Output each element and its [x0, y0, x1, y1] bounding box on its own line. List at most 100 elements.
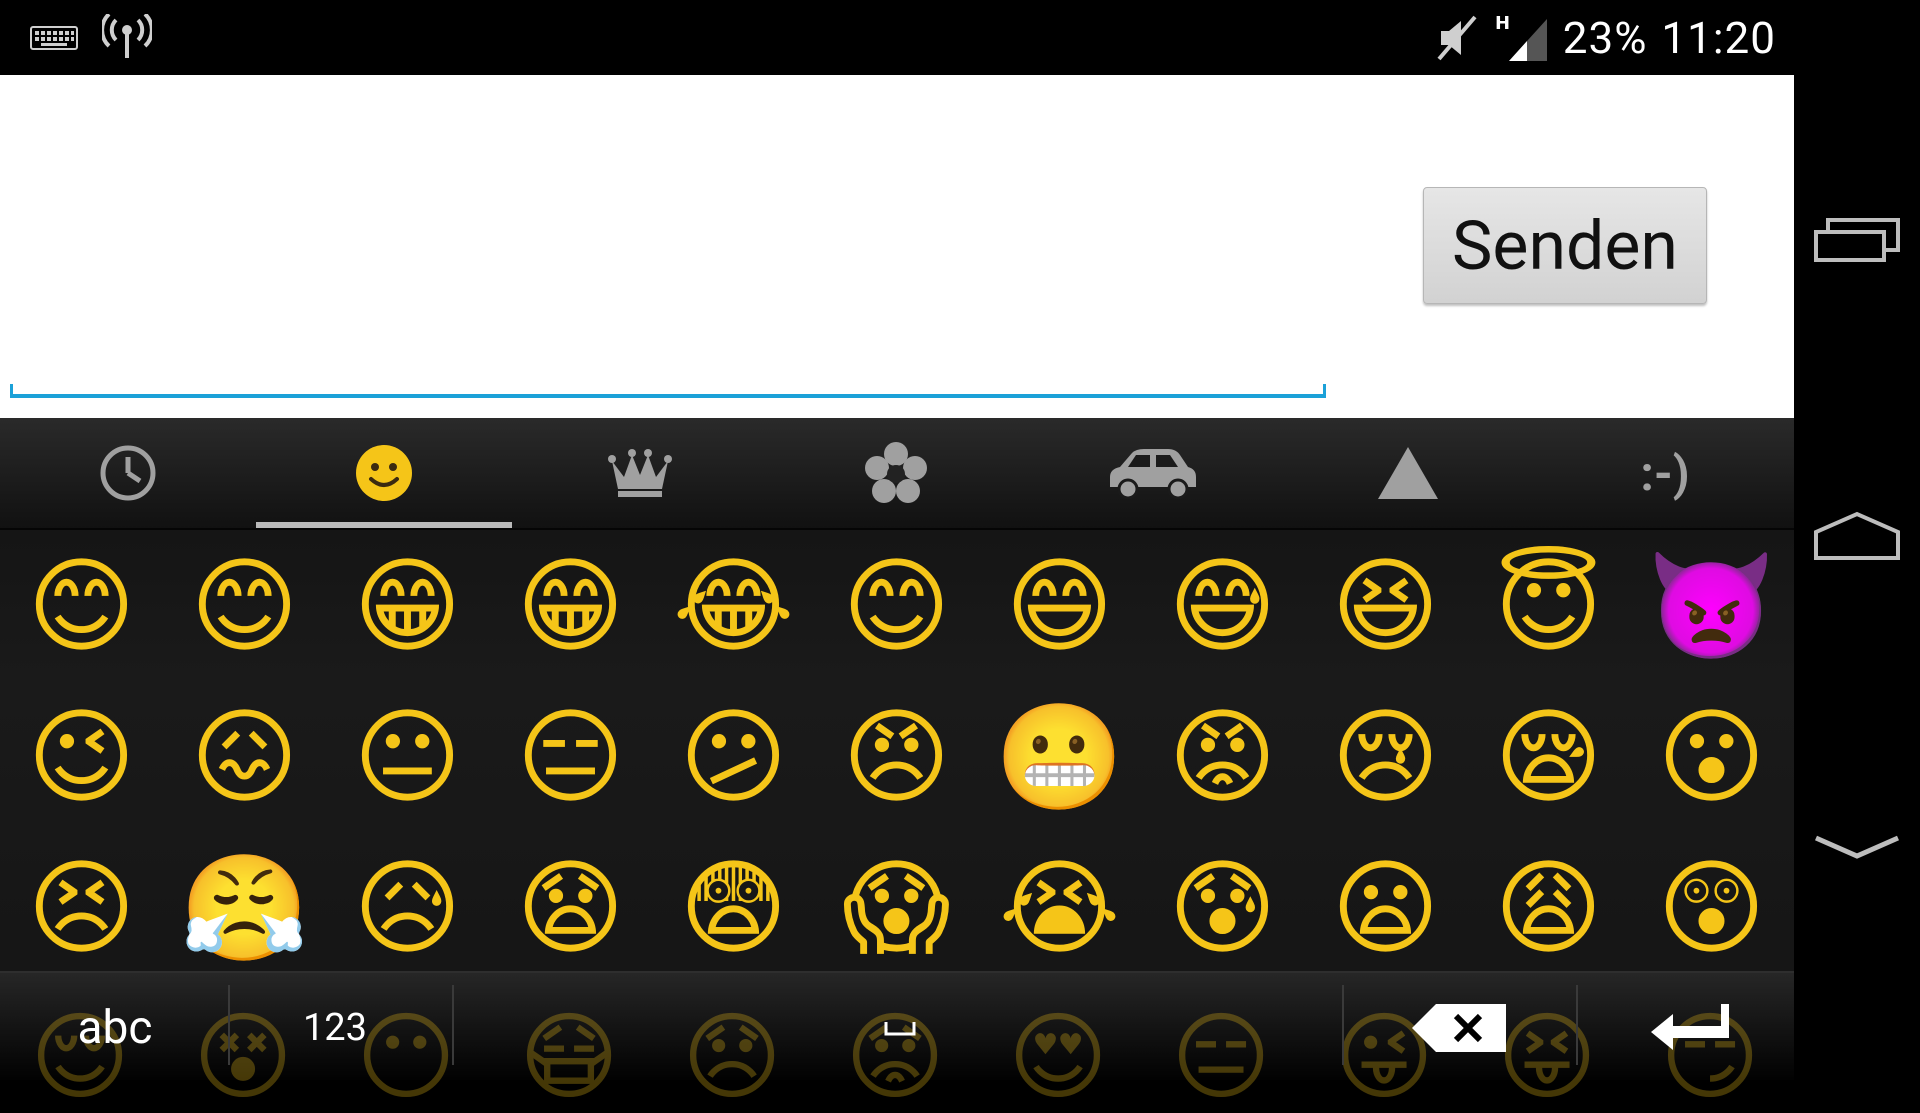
emoji-glyph: 😉	[27, 695, 136, 818]
emoji-key[interactable]: 😉	[0, 681, 163, 832]
key-divider	[452, 985, 454, 1065]
car-icon	[1110, 449, 1196, 499]
emoji-glyph: 😅	[1168, 544, 1277, 667]
signal-h-icon: H	[1495, 13, 1547, 61]
emoji-glyph: 😲	[1657, 846, 1766, 969]
emoji-key[interactable]: 😆	[1304, 530, 1467, 681]
emoji-key[interactable]: 😅	[1141, 530, 1304, 681]
emoji-key[interactable]: 😭	[978, 832, 1141, 983]
enter-arrow-icon	[1651, 1003, 1729, 1050]
emoji-key[interactable]: 😰	[1141, 832, 1304, 983]
emoji-glyph: 😨	[679, 846, 788, 969]
tab-places[interactable]	[1024, 418, 1280, 528]
keyboard-bottom-bar: 😌 😵 😶 😷 😞 😟 😍 😑 😜 😝 😏 abc 123	[0, 971, 1794, 1113]
emoji-key[interactable]: 😬	[978, 681, 1141, 832]
emoji-glyph: 😪	[1494, 695, 1603, 818]
emoji-key[interactable]: 😣	[0, 832, 163, 983]
emoji-glyph: 😁	[353, 544, 462, 667]
tab-nature[interactable]	[768, 418, 1024, 528]
emoji-key[interactable]: 😁	[326, 530, 489, 681]
space-bar-icon	[884, 1021, 916, 1035]
clock-time: 11:20	[1661, 11, 1776, 64]
abc-key-label: abc	[77, 1000, 153, 1055]
faded-emoji: 😷	[519, 1001, 620, 1113]
tab-objects[interactable]	[512, 418, 768, 528]
emoji-glyph: 😖	[190, 695, 299, 818]
emoji-key[interactable]: 😩	[1467, 832, 1630, 983]
emoji-glyph: 😤	[179, 846, 310, 969]
emoji-key[interactable]: 😦	[1304, 832, 1467, 983]
emoji-key[interactable]: 😨	[652, 832, 815, 983]
emoji-key[interactable]: 😊	[815, 530, 978, 681]
enter-key[interactable]	[1620, 973, 1760, 1082]
keyboard-icon	[30, 26, 78, 50]
space-key[interactable]	[700, 973, 1100, 1082]
emoji-key[interactable]: 😧	[489, 832, 652, 983]
key-divider	[1576, 985, 1578, 1065]
numbers-key[interactable]: 123	[270, 973, 400, 1082]
abc-key[interactable]: abc	[40, 973, 190, 1082]
emoji-key[interactable]: 😕	[652, 681, 815, 832]
tab-emoticons[interactable]: :-)	[1536, 418, 1794, 528]
recent-apps-icon[interactable]	[1812, 214, 1902, 264]
smiley-face-icon	[356, 445, 412, 501]
emoji-glyph: 😩	[1494, 846, 1603, 969]
emoji-category-bar: :-)	[0, 418, 1794, 530]
selected-tab-indicator	[256, 522, 512, 528]
emoji-keyboard: :-) 😊 😊 😁 😁 😂 😊 😄 😅 😆 😇 👿 😉 😖 😐 😑 😕 😠 😬 😡 😢 😪 😮 😣 😤 😥 😧 😨 😱 😭 😰 😦 😩 😲 😌 😵…	[0, 418, 1794, 1113]
tab-symbols[interactable]	[1280, 418, 1536, 528]
emoji-key[interactable]: 👿	[1630, 530, 1793, 681]
back-icon[interactable]	[1812, 832, 1902, 862]
flower-icon	[865, 442, 927, 503]
emoji-glyph: 😇	[1494, 544, 1603, 667]
app-content: Senden	[0, 75, 1794, 418]
emoji-glyph: 😭	[998, 846, 1121, 969]
emoji-key[interactable]: 😱	[815, 832, 978, 983]
emoji-key[interactable]: 😖	[163, 681, 326, 832]
emoji-glyph: 😬	[994, 695, 1125, 818]
tab-smileys[interactable]	[256, 418, 512, 528]
emoji-key[interactable]: 😑	[489, 681, 652, 832]
emoji-key[interactable]: 😁	[489, 530, 652, 681]
emoji-key[interactable]: 😮	[1630, 681, 1793, 832]
numbers-key-label: 123	[302, 1005, 368, 1050]
delete-key[interactable]	[1390, 973, 1530, 1082]
emoji-key[interactable]: 😇	[1467, 530, 1630, 681]
emoji-glyph: 😣	[27, 846, 136, 969]
emoji-key[interactable]: 😊	[0, 530, 163, 681]
triangle-symbol-icon	[1378, 447, 1438, 499]
emoji-glyph: 😥	[353, 846, 462, 969]
emoji-glyph: 😊	[842, 544, 951, 667]
emoji-key[interactable]: 😡	[1141, 681, 1304, 832]
emoji-glyph: 😧	[516, 846, 625, 969]
emoji-key[interactable]: 😄	[978, 530, 1141, 681]
navigation-bar	[1794, 0, 1920, 1080]
emoji-glyph: 😄	[1005, 544, 1114, 667]
emoji-key[interactable]: 😲	[1630, 832, 1793, 983]
key-divider	[1342, 985, 1344, 1065]
emoji-key[interactable]: 😪	[1467, 681, 1630, 832]
emoji-glyph: 😆	[1331, 544, 1440, 667]
status-bar: H 23% 11:20	[0, 0, 1794, 75]
battery-percentage: 23%	[1562, 11, 1648, 64]
emoji-glyph: 😢	[1331, 695, 1440, 818]
emoji-glyph: 😮	[1657, 695, 1766, 818]
emoji-key[interactable]: 😥	[326, 832, 489, 983]
emoji-glyph: 😠	[842, 695, 951, 818]
emoji-key[interactable]: 😢	[1304, 681, 1467, 832]
home-icon[interactable]	[1812, 510, 1902, 562]
status-right: H 23% 11:20	[1435, 0, 1776, 75]
emoji-key[interactable]: 😊	[163, 530, 326, 681]
emoji-key[interactable]: 😠	[815, 681, 978, 832]
message-input[interactable]	[10, 105, 1330, 409]
tab-recent[interactable]	[0, 418, 256, 528]
emoji-glyph: 😦	[1331, 846, 1440, 969]
key-divider	[228, 985, 230, 1065]
send-button[interactable]: Senden	[1423, 187, 1707, 304]
emoji-key[interactable]: 😐	[326, 681, 489, 832]
emoji-glyph: 😁	[516, 544, 625, 667]
input-underline	[10, 384, 1326, 398]
emoji-key[interactable]: 😂	[652, 530, 815, 681]
emoji-key[interactable]: 😤	[163, 832, 326, 983]
crown-icon	[608, 449, 672, 497]
